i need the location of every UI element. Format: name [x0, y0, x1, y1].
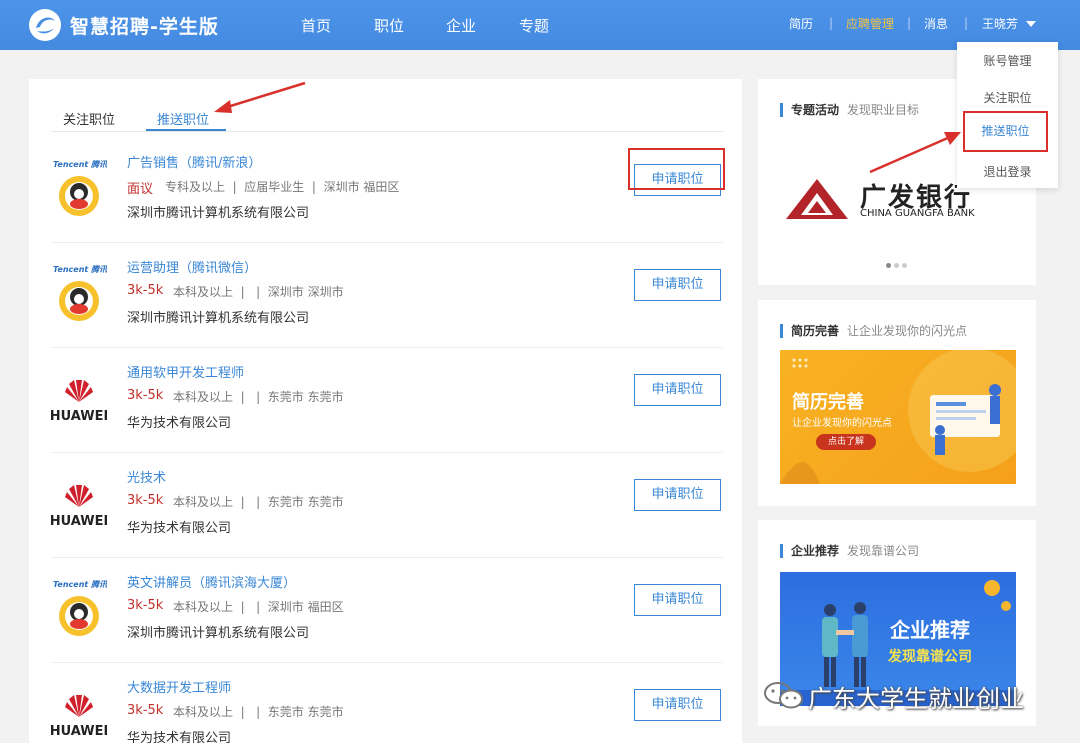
- job-meta: 本科及以上 | | 东莞市 东莞市: [173, 495, 344, 509]
- job-salary: 面议: [127, 182, 154, 197]
- nav-topics[interactable]: 专题: [519, 15, 549, 36]
- job-list-item: Tencent 腾讯 英文讲解员（腾讯滨海大厦） 3k-5k 本科及以上 | | 深圳…: [29, 558, 742, 663]
- tab-followed-jobs[interactable]: 关注职位: [63, 109, 115, 128]
- brand-title[interactable]: 智慧招聘-学生版: [70, 12, 219, 39]
- logo-text: Tencent 腾讯: [53, 265, 107, 274]
- card-title: 企业推荐: [791, 544, 840, 558]
- header-separator: |: [964, 16, 969, 30]
- annotation-arrow-icon: [869, 132, 961, 174]
- card-title: 专题活动: [791, 103, 840, 117]
- company-name[interactable]: 深圳市腾讯计算机系统有限公司: [127, 307, 309, 326]
- tencent-logo-icon[interactable]: Tencent 腾讯: [51, 578, 107, 642]
- huawei-logo-icon[interactable]: HUAWEI: [51, 683, 107, 743]
- logo-text: HUAWEI: [51, 514, 107, 529]
- apply-job-button[interactable]: 申请职位: [634, 374, 721, 406]
- huawei-logo-icon[interactable]: HUAWEI: [51, 473, 107, 537]
- resume-card: 简历完善 让企业发现你的闪光点 简历完善 让企业发现你的闪光点 点击了解: [758, 300, 1036, 506]
- app-logo-icon[interactable]: [28, 8, 62, 42]
- job-salary: 3k-5k: [127, 703, 164, 718]
- user-menu-toggle[interactable]: 王晓芳: [982, 15, 1018, 32]
- resume-learn-more-button[interactable]: 点击了解: [816, 434, 876, 450]
- resume-banner-subtitle: 让企业发现你的闪光点: [792, 418, 892, 429]
- card-header: 专题活动 发现职业目标: [780, 101, 919, 118]
- job-list-panel: 关注职位 推送职位 Tencent 腾讯 广告销售（腾讯/新浪） 面议 专科及以上 |…: [29, 79, 742, 743]
- job-list-item: Tencent 腾讯 运营助理（腾讯微信） 3k-5k 本科及以上 | | 深圳市 深…: [29, 243, 742, 348]
- resume-banner[interactable]: 简历完善 让企业发现你的闪光点 点击了解: [780, 350, 1016, 484]
- header-applications-link[interactable]: 应聘管理: [846, 15, 894, 32]
- company-name[interactable]: 华为技术有限公司: [127, 412, 231, 431]
- job-salary: 3k-5k: [127, 283, 164, 298]
- job-title-link[interactable]: 运营助理（腾讯微信）: [127, 257, 257, 276]
- job-salary: 3k-5k: [127, 598, 164, 613]
- job-meta: 本科及以上 | | 东莞市 东莞市: [173, 705, 344, 719]
- carousel-dots[interactable]: [886, 253, 910, 272]
- bank-logo-icon[interactable]: [786, 179, 848, 219]
- company-banner-title: 企业推荐: [890, 618, 970, 642]
- job-list-item: HUAWEI 光技术 3k-5k 本科及以上 | | 东莞市 东莞市华为技术有限公司 申…: [29, 453, 742, 558]
- resume-banner-title: 简历完善: [792, 392, 864, 413]
- menu-item-logout[interactable]: 退出登录: [957, 163, 1058, 180]
- huawei-logo-icon[interactable]: HUAWEI: [51, 368, 107, 432]
- header-resume-link[interactable]: 简历: [789, 15, 813, 32]
- nav-companies[interactable]: 企业: [446, 15, 476, 36]
- menu-item-pushed-jobs-label: 推送职位: [981, 124, 1030, 138]
- nav-jobs[interactable]: 职位: [374, 15, 404, 36]
- card-header: 企业推荐 发现靠谱公司: [780, 542, 919, 559]
- tab-divider: [51, 131, 723, 132]
- wechat-icon: [764, 682, 803, 709]
- card-title: 简历完善: [791, 324, 840, 338]
- job-title-link[interactable]: 通用软甲开发工程师: [127, 362, 244, 381]
- apply-job-button[interactable]: 申请职位: [634, 479, 721, 511]
- logo-text: Tencent 腾讯: [53, 580, 107, 589]
- job-title-link[interactable]: 英文讲解员（腾讯滨海大厦）: [127, 572, 296, 591]
- accent-bar: [780, 544, 783, 558]
- job-salary: 3k-5k: [127, 493, 164, 508]
- top-header: 智慧招聘-学生版 首页 职位 企业 专题 简历 | 应聘管理 | 消息 | 王晓…: [0, 0, 1080, 50]
- job-meta: 专科及以上 | 应届毕业生 | 深圳市 福田区: [165, 180, 400, 194]
- tab-pushed-jobs[interactable]: 推送职位: [157, 109, 209, 128]
- apply-button-highlight: [628, 148, 725, 190]
- company-name[interactable]: 深圳市腾讯计算机系统有限公司: [127, 202, 309, 221]
- company-name[interactable]: 华为技术有限公司: [127, 727, 231, 743]
- job-list-item: HUAWEI 大数据开发工程师 3k-5k 本科及以上 | | 东莞市 东莞市华为技术…: [29, 663, 742, 743]
- annotation-arrow-icon: [214, 81, 306, 113]
- job-title-link[interactable]: 光技术: [127, 467, 166, 486]
- job-meta: 本科及以上 | | 东莞市 东莞市: [173, 390, 344, 404]
- header-messages-link[interactable]: 消息: [924, 15, 948, 32]
- card-header: 简历完善 让企业发现你的闪光点: [780, 322, 967, 339]
- apply-job-button[interactable]: 申请职位: [634, 584, 721, 616]
- company-name[interactable]: 华为技术有限公司: [127, 517, 231, 536]
- job-meta: 本科及以上 | | 深圳市 福田区: [173, 600, 344, 614]
- logo-text: HUAWEI: [51, 724, 107, 739]
- card-subtitle: 让企业发现你的闪光点: [847, 324, 968, 338]
- tencent-logo-icon[interactable]: Tencent 腾讯: [51, 158, 107, 222]
- job-list-item: HUAWEI 通用软甲开发工程师 3k-5k 本科及以上 | | 东莞市 东莞市华为技…: [29, 348, 742, 453]
- card-subtitle: 发现靠谱公司: [847, 544, 920, 558]
- accent-bar: [780, 103, 783, 117]
- header-separator: |: [829, 16, 834, 30]
- tencent-logo-icon[interactable]: Tencent 腾讯: [51, 263, 107, 327]
- menu-item-account[interactable]: 账号管理: [957, 52, 1058, 69]
- watermark-text: 广东大学生就业创业: [808, 685, 1024, 713]
- accent-bar: [780, 324, 783, 338]
- company-banner-subtitle: 发现靠谱公司: [888, 649, 972, 665]
- card-subtitle: 发现职业目标: [847, 103, 920, 117]
- header-separator: |: [907, 16, 912, 30]
- job-salary: 3k-5k: [127, 388, 164, 403]
- job-title-link[interactable]: 大数据开发工程师: [127, 677, 231, 696]
- menu-item-pushed-jobs[interactable]: 推送职位: [963, 111, 1048, 152]
- job-title-link[interactable]: 广告销售（腾讯/新浪）: [127, 152, 261, 171]
- job-meta: 本科及以上 | | 深圳市 深圳市: [173, 285, 344, 299]
- apply-job-button[interactable]: 申请职位: [634, 269, 721, 301]
- company-name[interactable]: 深圳市腾讯计算机系统有限公司: [127, 622, 309, 641]
- menu-item-followed-jobs[interactable]: 关注职位: [957, 89, 1058, 106]
- nav-home[interactable]: 首页: [301, 15, 331, 36]
- apply-job-button[interactable]: 申请职位: [634, 689, 721, 721]
- logo-text: HUAWEI: [51, 409, 107, 424]
- logo-text: Tencent 腾讯: [53, 160, 107, 169]
- chevron-down-icon[interactable]: [1026, 21, 1036, 27]
- bank-name-en: CHINA GUANGFA BANK: [860, 208, 975, 219]
